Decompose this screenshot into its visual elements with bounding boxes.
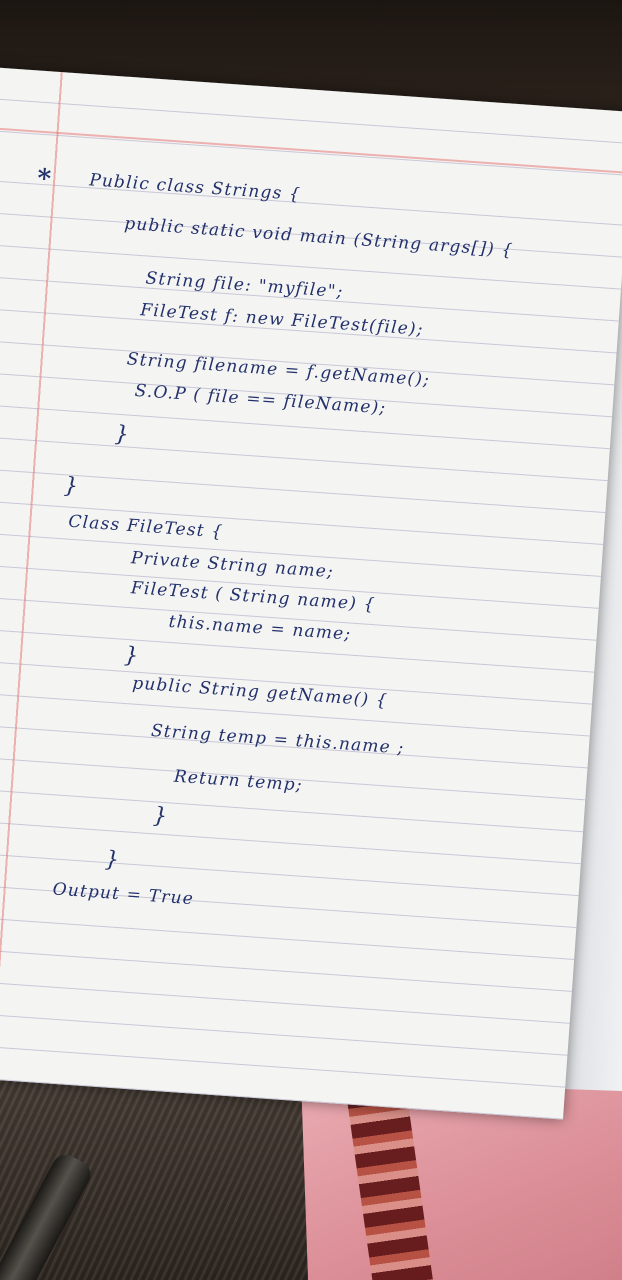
code-line-9: Class FileTest { [67, 511, 224, 543]
code-line-11: FileTest ( String name) { [130, 578, 377, 616]
top-margin-line [0, 125, 622, 174]
code-line-3: String file: "myfile"; [144, 268, 345, 303]
code-line-1: Public class Strings { [88, 170, 302, 206]
code-line-8: } [63, 473, 80, 500]
code-line-2: public static void main (String args[]) … [123, 213, 515, 261]
code-line-15: String temp = this.name ; [150, 720, 406, 759]
code-line-4: FileTest f: new FileTest(file); [139, 300, 425, 340]
code-line-16: Return temp; [173, 766, 304, 796]
bullet-star: * [36, 163, 54, 195]
code-line-13: } [123, 642, 141, 669]
code-line-18: } [104, 847, 122, 874]
code-line-10: Private String name; [130, 548, 335, 583]
code-line-17: } [152, 803, 170, 830]
code-line-7: } [113, 421, 131, 448]
code-line-12: this.name = name; [167, 611, 353, 645]
code-line-14: public String getName() { [131, 673, 389, 712]
code-line-6: S.O.P ( file == fileName); [134, 380, 387, 419]
output-line: Output = True [52, 879, 195, 910]
photo-scene: * Public class Strings { public static v… [0, 0, 622, 1280]
notebook-page: * Public class Strings { public static v… [0, 66, 622, 1120]
